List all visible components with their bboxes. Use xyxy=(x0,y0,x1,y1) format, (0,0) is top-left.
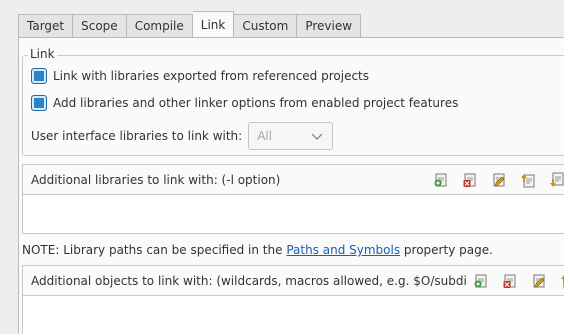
ui-libs-row: User interface libraries to link with: A… xyxy=(31,122,334,150)
objects-list-toolbar xyxy=(469,273,564,289)
tab-custom[interactable]: Custom xyxy=(234,14,298,38)
objects-list-body[interactable] xyxy=(23,296,564,334)
tab-scope[interactable]: Scope xyxy=(73,14,127,38)
libraries-list-toolbar xyxy=(433,172,564,188)
libraries-list-body[interactable] xyxy=(23,195,564,233)
tab-preview[interactable]: Preview xyxy=(297,14,362,38)
delete-icon[interactable] xyxy=(502,273,518,289)
note-suffix: property page. xyxy=(400,243,493,257)
add-icon[interactable] xyxy=(473,273,489,289)
libraries-list-title: Additional libraries to link with: (-l o… xyxy=(31,172,281,187)
link-group-legend: Link xyxy=(28,47,57,61)
libraries-list: Additional libraries to link with: (-l o… xyxy=(22,164,564,234)
ui-libs-value: All xyxy=(257,129,273,143)
exported-libs-checkbox[interactable] xyxy=(31,68,47,84)
ui-libs-label: User interface libraries to link with: xyxy=(31,129,243,143)
chevron-down-icon xyxy=(311,133,323,140)
note-prefix: NOTE: Library paths can be specified in … xyxy=(22,243,287,257)
objects-list-title: Additional objects to link with: (wildca… xyxy=(31,273,467,288)
paths-and-symbols-link[interactable]: Paths and Symbols xyxy=(286,243,400,257)
add-icon[interactable] xyxy=(433,172,449,188)
move-up-icon[interactable] xyxy=(560,273,564,289)
move-up-icon[interactable] xyxy=(520,172,536,188)
tab-bar: Target Scope Compile Link Custom Preview xyxy=(18,11,362,38)
library-paths-note: NOTE: Library paths can be specified in … xyxy=(22,243,493,257)
tab-compile[interactable]: Compile xyxy=(126,14,193,38)
ui-libs-select[interactable]: All xyxy=(248,122,334,150)
edit-icon[interactable] xyxy=(491,172,507,188)
feature-libs-checkbox[interactable] xyxy=(31,95,47,111)
objects-list-header: Additional objects to link with: (wildca… xyxy=(23,266,564,296)
tab-target[interactable]: Target xyxy=(18,14,74,38)
libraries-list-header: Additional libraries to link with: (-l o… xyxy=(23,165,564,195)
delete-icon[interactable] xyxy=(462,172,478,188)
exported-libs-option[interactable]: Link with libraries exported from refere… xyxy=(31,68,369,84)
tab-link[interactable]: Link xyxy=(192,11,235,37)
move-down-icon[interactable] xyxy=(549,172,564,188)
feature-libs-label: Add libraries and other linker options f… xyxy=(53,96,459,110)
edit-icon[interactable] xyxy=(531,273,547,289)
exported-libs-label: Link with libraries exported from refere… xyxy=(53,69,370,83)
objects-list: Additional objects to link with: (wildca… xyxy=(22,265,564,334)
feature-libs-option[interactable]: Add libraries and other linker options f… xyxy=(31,95,458,111)
